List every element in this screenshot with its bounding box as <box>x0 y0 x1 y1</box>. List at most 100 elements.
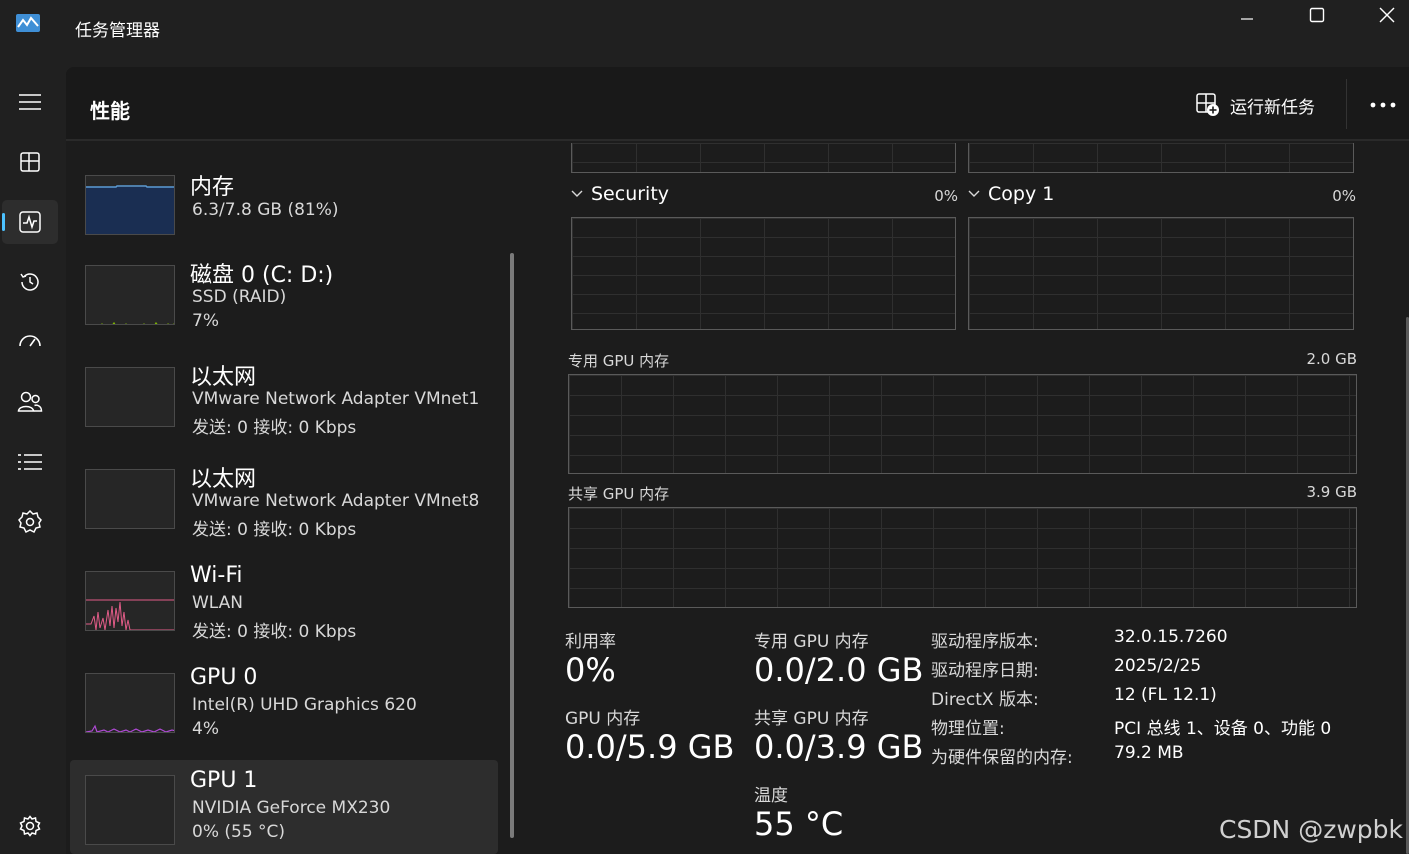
gpu-memory-value: 0.0/5.9 GB <box>565 728 735 766</box>
physical-location-key: 物理位置: <box>931 719 1005 739</box>
services-icon <box>18 510 42 534</box>
ethernet-thumbnail-graph <box>85 469 175 529</box>
driver-version-value: 32.0.15.7260 <box>1114 627 1228 647</box>
engine-selector-security[interactable]: Security <box>571 183 669 205</box>
temperature-value: 55 °C <box>754 805 844 843</box>
device-detail: VMware Network Adapter VMnet1 <box>192 389 480 409</box>
performance-icon <box>19 211 41 233</box>
title-bar: 任务管理器 <box>0 0 1409 56</box>
gpu1-thumbnail-graph <box>85 775 175 845</box>
task-manager-logo-icon <box>16 14 40 32</box>
device-name: 以太网 <box>190 365 257 390</box>
device-name: GPU 0 <box>190 665 258 690</box>
reserved-memory-key: 为硬件保留的内存: <box>931 748 1073 768</box>
device-item-gpu1[interactable]: GPU 1 NVIDIA GeForce MX230 0% (55 °C) <box>70 760 498 854</box>
watermark-text: CSDN @zwpbk <box>1218 815 1403 844</box>
memory-thumbnail-graph <box>85 175 175 235</box>
shared-memory-graph-max: 3.9 GB <box>1306 483 1357 501</box>
users-icon <box>17 391 43 412</box>
engine-selector-copy1[interactable]: Copy 1 <box>968 183 1054 205</box>
dedicated-memory-graph <box>568 374 1357 474</box>
engine-name: Copy 1 <box>988 183 1055 205</box>
security-engine-graph <box>571 217 956 330</box>
device-throughput: 发送: 0 接收: 0 Kbps <box>192 520 357 540</box>
nav-performance[interactable] <box>2 200 58 244</box>
hamburger-menu-button[interactable] <box>2 80 58 124</box>
dedicated-memory-value: 0.0/2.0 GB <box>754 651 924 689</box>
disk-thumbnail-graph <box>85 265 175 325</box>
page-title: 性能 <box>90 99 130 123</box>
device-throughput: 发送: 0 接收: 0 Kbps <box>192 622 357 642</box>
device-item-ethernet-vmnet1[interactable]: 以太网 VMware Network Adapter VMnet1 发送: 0 … <box>70 355 498 455</box>
device-usage: 4% <box>192 719 219 739</box>
device-name: 以太网 <box>190 467 257 492</box>
reserved-memory-value: 79.2 MB <box>1114 743 1184 763</box>
device-usage: 0% (55 °C) <box>192 822 286 842</box>
shared-memory-graph-label: 共享 GPU 内存 <box>568 485 670 503</box>
device-detail: NVIDIA GeForce MX230 <box>192 798 391 818</box>
device-detail: 6.3/7.8 GB (81%) <box>192 200 339 220</box>
maximize-icon <box>1309 7 1325 23</box>
nav-processes[interactable] <box>2 140 58 184</box>
engine-graph-upper-left <box>571 143 956 173</box>
device-detail: Intel(R) UHD Graphics 620 <box>192 695 417 715</box>
navigation-rail <box>0 56 64 854</box>
directx-version-key: DirectX 版本: <box>931 690 1039 710</box>
nav-app-history[interactable] <box>2 260 58 304</box>
close-button[interactable] <box>1352 0 1409 30</box>
header-divider <box>1346 79 1347 129</box>
run-new-task-icon <box>1196 93 1219 116</box>
startup-apps-icon <box>19 335 41 347</box>
utilization-value: 0% <box>565 651 616 689</box>
close-icon <box>1379 7 1395 23</box>
dedicated-memory-graph-max: 2.0 GB <box>1306 350 1357 368</box>
device-item-wifi[interactable]: Wi-Fi WLAN 发送: 0 接收: 0 Kbps <box>70 559 498 659</box>
nav-users[interactable] <box>2 380 58 424</box>
device-list-scrollbar[interactable] <box>510 253 514 838</box>
page-header: 性能 运行新任务 <box>66 67 1409 141</box>
device-item-ethernet-vmnet8[interactable]: 以太网 VMware Network Adapter VMnet8 发送: 0 … <box>70 457 498 557</box>
engine-graph-upper-right <box>968 143 1354 173</box>
chevron-down-icon <box>571 190 583 197</box>
driver-date-value: 2025/2/25 <box>1114 656 1202 676</box>
processes-icon <box>20 152 40 172</box>
device-item-gpu0[interactable]: GPU 0 Intel(R) UHD Graphics 620 4% <box>70 661 498 761</box>
gpu-memory-label: GPU 内存 <box>565 709 641 729</box>
device-name: GPU 1 <box>190 768 258 793</box>
minimize-button[interactable] <box>1212 0 1282 30</box>
driver-version-key: 驱动程序版本: <box>931 632 1039 652</box>
copy1-engine-graph <box>968 217 1354 330</box>
utilization-label: 利用率 <box>565 632 616 652</box>
nav-startup-apps[interactable] <box>2 320 58 364</box>
device-item-memory[interactable]: 内存 6.3/7.8 GB (81%) <box>70 163 498 263</box>
nav-settings[interactable] <box>2 804 58 848</box>
device-name: 磁盘 0 (C: D:) <box>190 263 334 288</box>
physical-location-value: PCI 总线 1、设备 0、功能 0 <box>1114 719 1332 739</box>
hamburger-menu-icon <box>19 94 41 110</box>
gpu0-thumbnail-graph <box>85 673 175 733</box>
run-new-task-label: 运行新任务 <box>1230 97 1315 118</box>
engine-percent: 0% <box>1332 187 1356 205</box>
wifi-thumbnail-graph <box>85 571 175 631</box>
device-name: 内存 <box>190 175 235 200</box>
nav-services[interactable] <box>2 500 58 544</box>
details-icon <box>18 454 42 470</box>
shared-memory-label: 共享 GPU 内存 <box>754 709 869 729</box>
main-panel: 性能 运行新任务 内存 6.3/7.8 GB (81%) 磁盘 0 (C: D:… <box>66 67 1409 854</box>
engine-name: Security <box>591 183 670 205</box>
device-name: Wi-Fi <box>190 563 243 588</box>
device-detail: VMware Network Adapter VMnet8 <box>192 491 480 511</box>
run-new-task-button[interactable]: 运行新任务 <box>1196 89 1315 121</box>
device-list: 内存 6.3/7.8 GB (81%) 磁盘 0 (C: D:) SSD (RA… <box>66 143 516 854</box>
dedicated-memory-label: 专用 GPU 内存 <box>754 632 869 652</box>
more-icon <box>1370 102 1396 108</box>
minimize-icon <box>1241 18 1253 20</box>
dedicated-memory-graph-label: 专用 GPU 内存 <box>568 352 670 370</box>
device-item-disk[interactable]: 磁盘 0 (C: D:) SSD (RAID) 7% <box>70 253 498 353</box>
device-detail: SSD (RAID) <box>192 287 287 307</box>
nav-details[interactable] <box>2 440 58 484</box>
more-options-button[interactable] <box>1366 91 1400 119</box>
maximize-button[interactable] <box>1282 0 1352 30</box>
device-throughput: 发送: 0 接收: 0 Kbps <box>192 418 357 438</box>
directx-version-value: 12 (FL 12.1) <box>1114 685 1217 705</box>
